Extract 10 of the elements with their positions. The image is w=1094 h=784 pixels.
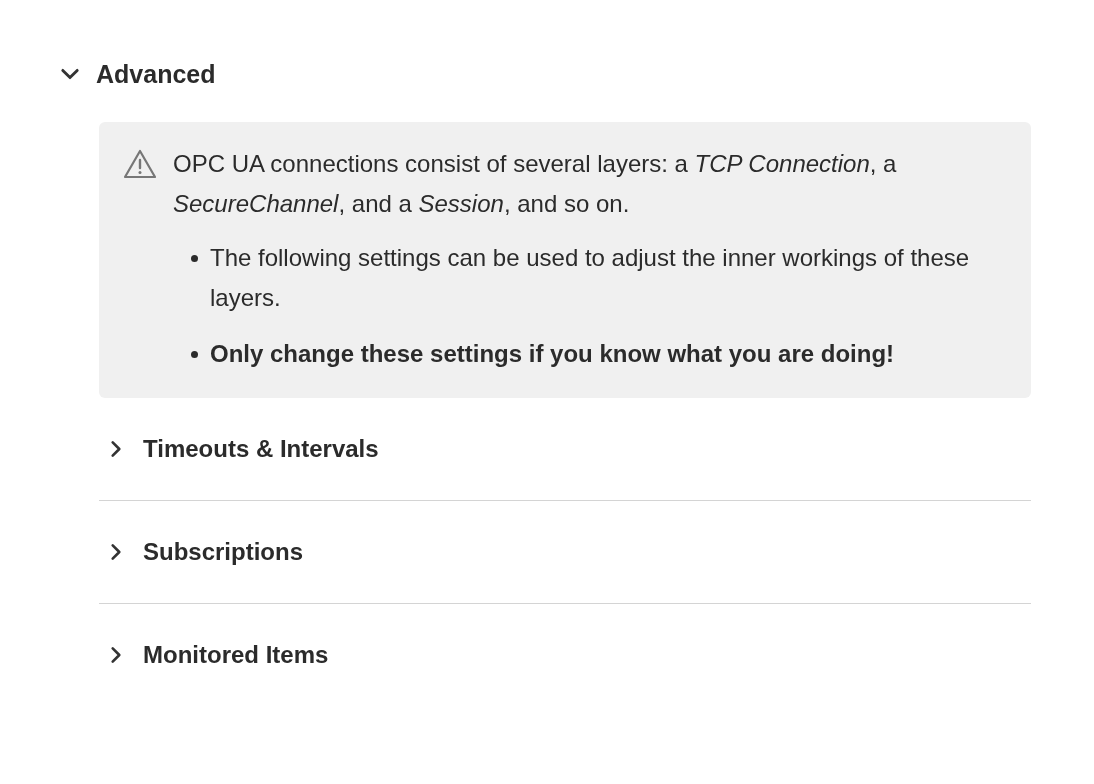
bullet-icon [191, 255, 198, 262]
bullet-text: Only change these settings if you know what you are doing! [210, 339, 895, 369]
warning-icon [123, 149, 157, 179]
subsection-header[interactable]: Timeouts & Intervals [99, 398, 379, 500]
notice-text: OPC UA connections consist of several layers: a TCP Connection, a SecureChannel, and a Session, and so on. [173, 149, 898, 219]
subsection-header[interactable]: Subscriptions [99, 501, 304, 603]
section-header[interactable]: Advanced [58, 54, 216, 94]
bullet-text: The following settings can be used to adjust the inner workings of these layers. [210, 243, 971, 313]
subsection-header[interactable]: Monitored Items [99, 604, 329, 706]
bullet-icon [191, 351, 198, 358]
